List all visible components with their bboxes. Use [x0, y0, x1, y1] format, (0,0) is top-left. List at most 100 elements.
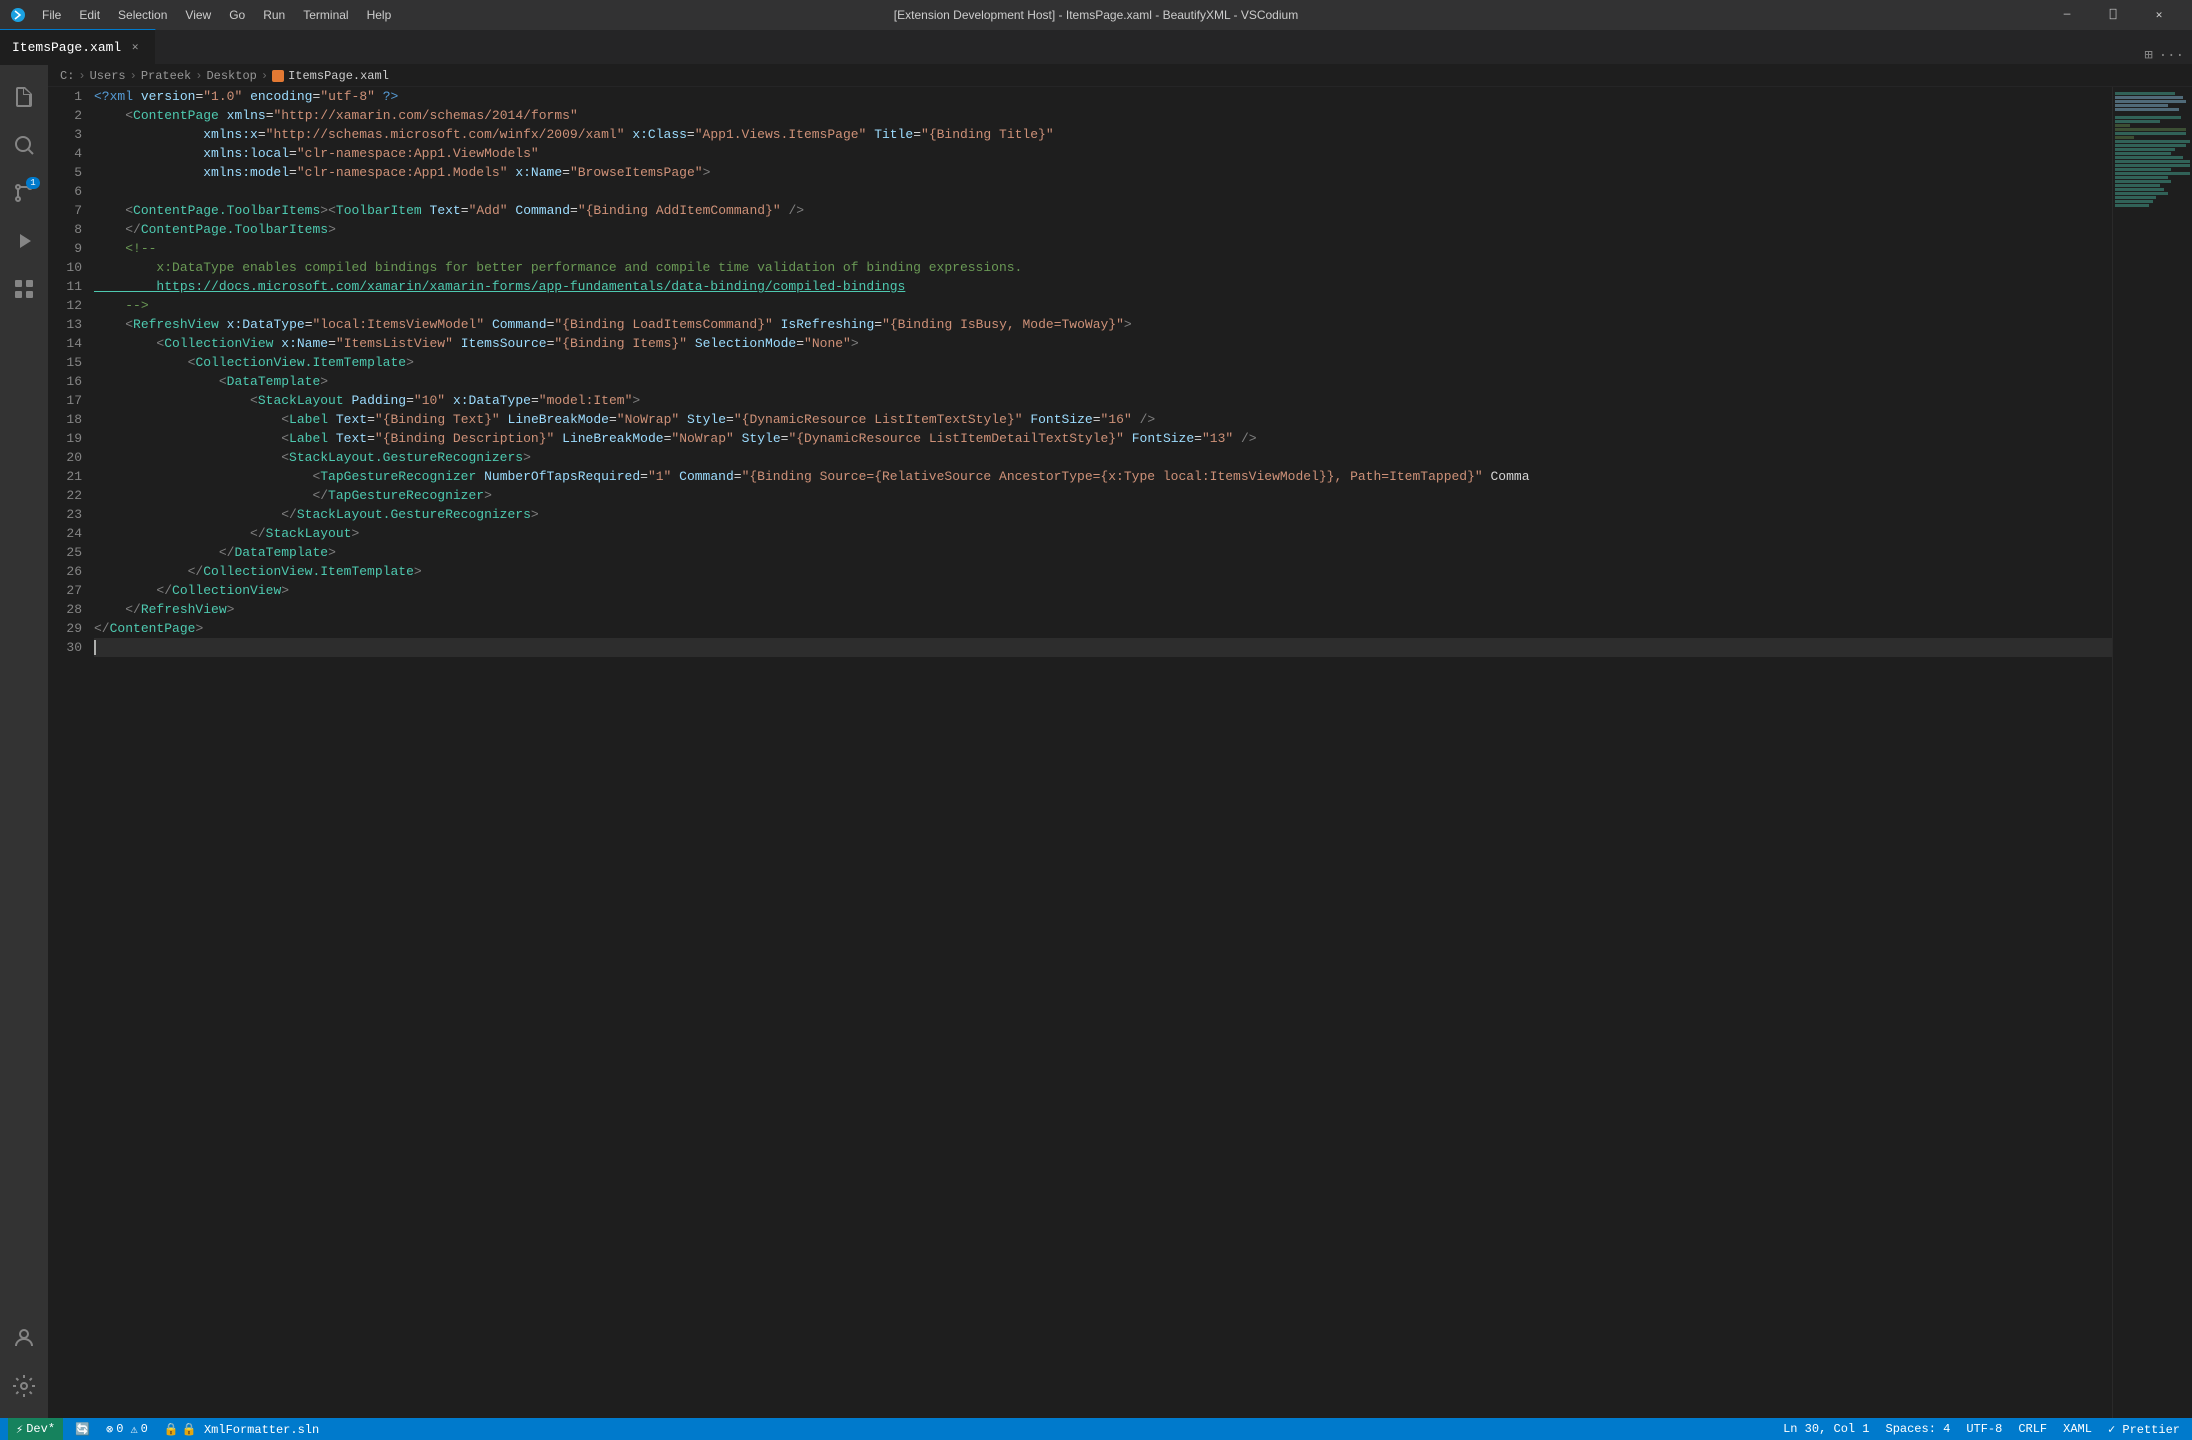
- menu-view[interactable]: View: [177, 6, 219, 24]
- dev-icon: ⚡: [16, 1422, 23, 1437]
- menu-run[interactable]: Run: [255, 6, 293, 24]
- code-line-17[interactable]: <StackLayout Padding="10" x:DataType="mo…: [94, 391, 2112, 410]
- menu-edit[interactable]: Edit: [71, 6, 108, 24]
- code-line-12[interactable]: -->: [94, 296, 2112, 315]
- code-line-7[interactable]: <ContentPage.ToolbarItems><ToolbarItem T…: [94, 201, 2112, 220]
- code-line-3[interactable]: xmlns:x="http://schemas.microsoft.com/wi…: [94, 125, 2112, 144]
- activity-source-control[interactable]: 1: [0, 169, 48, 217]
- editor-area: C: › Users › Prateek › Desktop › ItemsPa…: [48, 65, 2192, 1418]
- menu-terminal[interactable]: Terminal: [295, 6, 356, 24]
- breadcrumb-users[interactable]: Users: [90, 69, 126, 83]
- code-line-13[interactable]: <RefreshView x:DataType="local:ItemsView…: [94, 315, 2112, 334]
- line-number-12: 12: [56, 296, 82, 315]
- status-encoding[interactable]: UTF-8: [1962, 1418, 2006, 1440]
- activity-bar: 1: [0, 65, 48, 1418]
- line-number-9: 9: [56, 239, 82, 258]
- code-line-8[interactable]: </ContentPage.ToolbarItems>: [94, 220, 2112, 239]
- code-line-25[interactable]: </DataTemplate>: [94, 543, 2112, 562]
- code-line-5[interactable]: xmlns:model="clr-namespace:App1.Models" …: [94, 163, 2112, 182]
- menu-file[interactable]: File: [34, 6, 69, 24]
- menu-go[interactable]: Go: [221, 6, 253, 24]
- line-number-16: 16: [56, 372, 82, 391]
- tab-bar: ItemsPage.xaml ✕ ⊞ ···: [0, 30, 2192, 65]
- activity-extensions[interactable]: [0, 265, 48, 313]
- code-line-29[interactable]: </ContentPage>: [94, 619, 2112, 638]
- warning-icon: ⚠: [130, 1422, 137, 1437]
- status-sync[interactable]: 🔄: [71, 1418, 94, 1440]
- code-line-30[interactable]: [94, 638, 2112, 657]
- line-number-14: 14: [56, 334, 82, 353]
- status-dev[interactable]: ⚡ Dev*: [8, 1418, 63, 1440]
- breadcrumb-c[interactable]: C:: [60, 69, 74, 83]
- menu-selection[interactable]: Selection: [110, 6, 175, 24]
- code-line-20[interactable]: <StackLayout.GestureRecognizers>: [94, 448, 2112, 467]
- window-controls: — ⎕ ✕: [2044, 0, 2182, 30]
- code-line-9[interactable]: <!--: [94, 239, 2112, 258]
- activity-explorer[interactable]: [0, 73, 48, 121]
- maximize-button[interactable]: ⎕: [2090, 0, 2136, 30]
- code-line-28[interactable]: </RefreshView>: [94, 600, 2112, 619]
- code-line-26[interactable]: </CollectionView.ItemTemplate>: [94, 562, 2112, 581]
- code-line-1[interactable]: <?xml version="1.0" encoding="utf-8" ?>: [94, 87, 2112, 106]
- code-line-23[interactable]: </StackLayout.GestureRecognizers>: [94, 505, 2112, 524]
- code-line-18[interactable]: <Label Text="{Binding Text}" LineBreakMo…: [94, 410, 2112, 429]
- code-line-15[interactable]: <CollectionView.ItemTemplate>: [94, 353, 2112, 372]
- lock-icon: 🔒: [164, 1422, 179, 1437]
- breadcrumb-prateek[interactable]: Prateek: [141, 69, 191, 83]
- spaces-label: Spaces: 4: [1886, 1422, 1951, 1436]
- code-line-24[interactable]: </StackLayout>: [94, 524, 2112, 543]
- breadcrumb-desktop[interactable]: Desktop: [206, 69, 256, 83]
- minimize-button[interactable]: —: [2044, 0, 2090, 30]
- code-line-11[interactable]: https://docs.microsoft.com/xamarin/xamar…: [94, 277, 2112, 296]
- activity-run-debug[interactable]: [0, 217, 48, 265]
- run-debug-icon: [12, 229, 36, 253]
- activity-account[interactable]: [0, 1314, 48, 1362]
- status-line-ending[interactable]: CRLF: [2014, 1418, 2051, 1440]
- line-number-25: 25: [56, 543, 82, 562]
- code-line-2[interactable]: <ContentPage xmlns="http://xamarin.com/s…: [94, 106, 2112, 125]
- line-number-23: 23: [56, 505, 82, 524]
- gear-icon: [12, 1374, 36, 1398]
- status-formatter[interactable]: 🔒 🔒 XmlFormatter.sln: [160, 1418, 323, 1440]
- status-prettier[interactable]: ✓ Prettier: [2104, 1418, 2184, 1440]
- dev-label: Dev*: [26, 1422, 55, 1436]
- status-language[interactable]: XAML: [2059, 1418, 2096, 1440]
- line-number-11: 11: [56, 277, 82, 296]
- line-number-10: 10: [56, 258, 82, 277]
- line-number-6: 6: [56, 182, 82, 201]
- line-number-30: 30: [56, 638, 82, 657]
- split-editor-icon[interactable]: ⊞: [2144, 47, 2152, 64]
- tab-itemspage-xaml[interactable]: ItemsPage.xaml ✕: [0, 29, 156, 64]
- code-line-16[interactable]: <DataTemplate>: [94, 372, 2112, 391]
- text-cursor: [94, 640, 96, 655]
- code-line-10[interactable]: x:DataType enables compiled bindings for…: [94, 258, 2112, 277]
- tab-label: ItemsPage.xaml: [12, 40, 121, 55]
- minimap-content: [2113, 87, 2192, 216]
- status-bar-left: ⚡ Dev* 🔄 ⊗ 0 ⚠ 0 🔒 🔒 XmlFormatter.sln: [8, 1418, 323, 1440]
- search-icon: [12, 133, 36, 157]
- activity-settings[interactable]: [0, 1362, 48, 1410]
- line-number-5: 5: [56, 163, 82, 182]
- position-label: Ln 30, Col 1: [1783, 1422, 1869, 1436]
- code-line-21[interactable]: <TapGestureRecognizer NumberOfTapsRequir…: [94, 467, 2112, 486]
- code-content[interactable]: <?xml version="1.0" encoding="utf-8" ?> …: [90, 87, 2112, 1418]
- code-line-22[interactable]: </TapGestureRecognizer>: [94, 486, 2112, 505]
- tab-close-button[interactable]: ✕: [127, 39, 143, 55]
- code-line-6[interactable]: [94, 182, 2112, 201]
- close-button[interactable]: ✕: [2136, 0, 2182, 30]
- tab-area-empty: [156, 29, 2136, 64]
- menu-help[interactable]: Help: [359, 6, 400, 24]
- code-line-27[interactable]: </CollectionView>: [94, 581, 2112, 600]
- status-position[interactable]: Ln 30, Col 1: [1779, 1418, 1873, 1440]
- more-actions-icon[interactable]: ···: [2159, 48, 2184, 64]
- code-line-14[interactable]: <CollectionView x:Name="ItemsListView" I…: [94, 334, 2112, 353]
- activity-search[interactable]: [0, 121, 48, 169]
- code-editor[interactable]: 1234567891011121314151617181920212223242…: [48, 87, 2192, 1418]
- minimap: [2112, 87, 2192, 1418]
- code-line-19[interactable]: <Label Text="{Binding Description}" Line…: [94, 429, 2112, 448]
- status-spaces[interactable]: Spaces: 4: [1882, 1418, 1955, 1440]
- status-errors-warnings[interactable]: ⊗ 0 ⚠ 0: [102, 1418, 152, 1440]
- language-label: XAML: [2063, 1422, 2092, 1436]
- line-number-29: 29: [56, 619, 82, 638]
- code-line-4[interactable]: xmlns:local="clr-namespace:App1.ViewMode…: [94, 144, 2112, 163]
